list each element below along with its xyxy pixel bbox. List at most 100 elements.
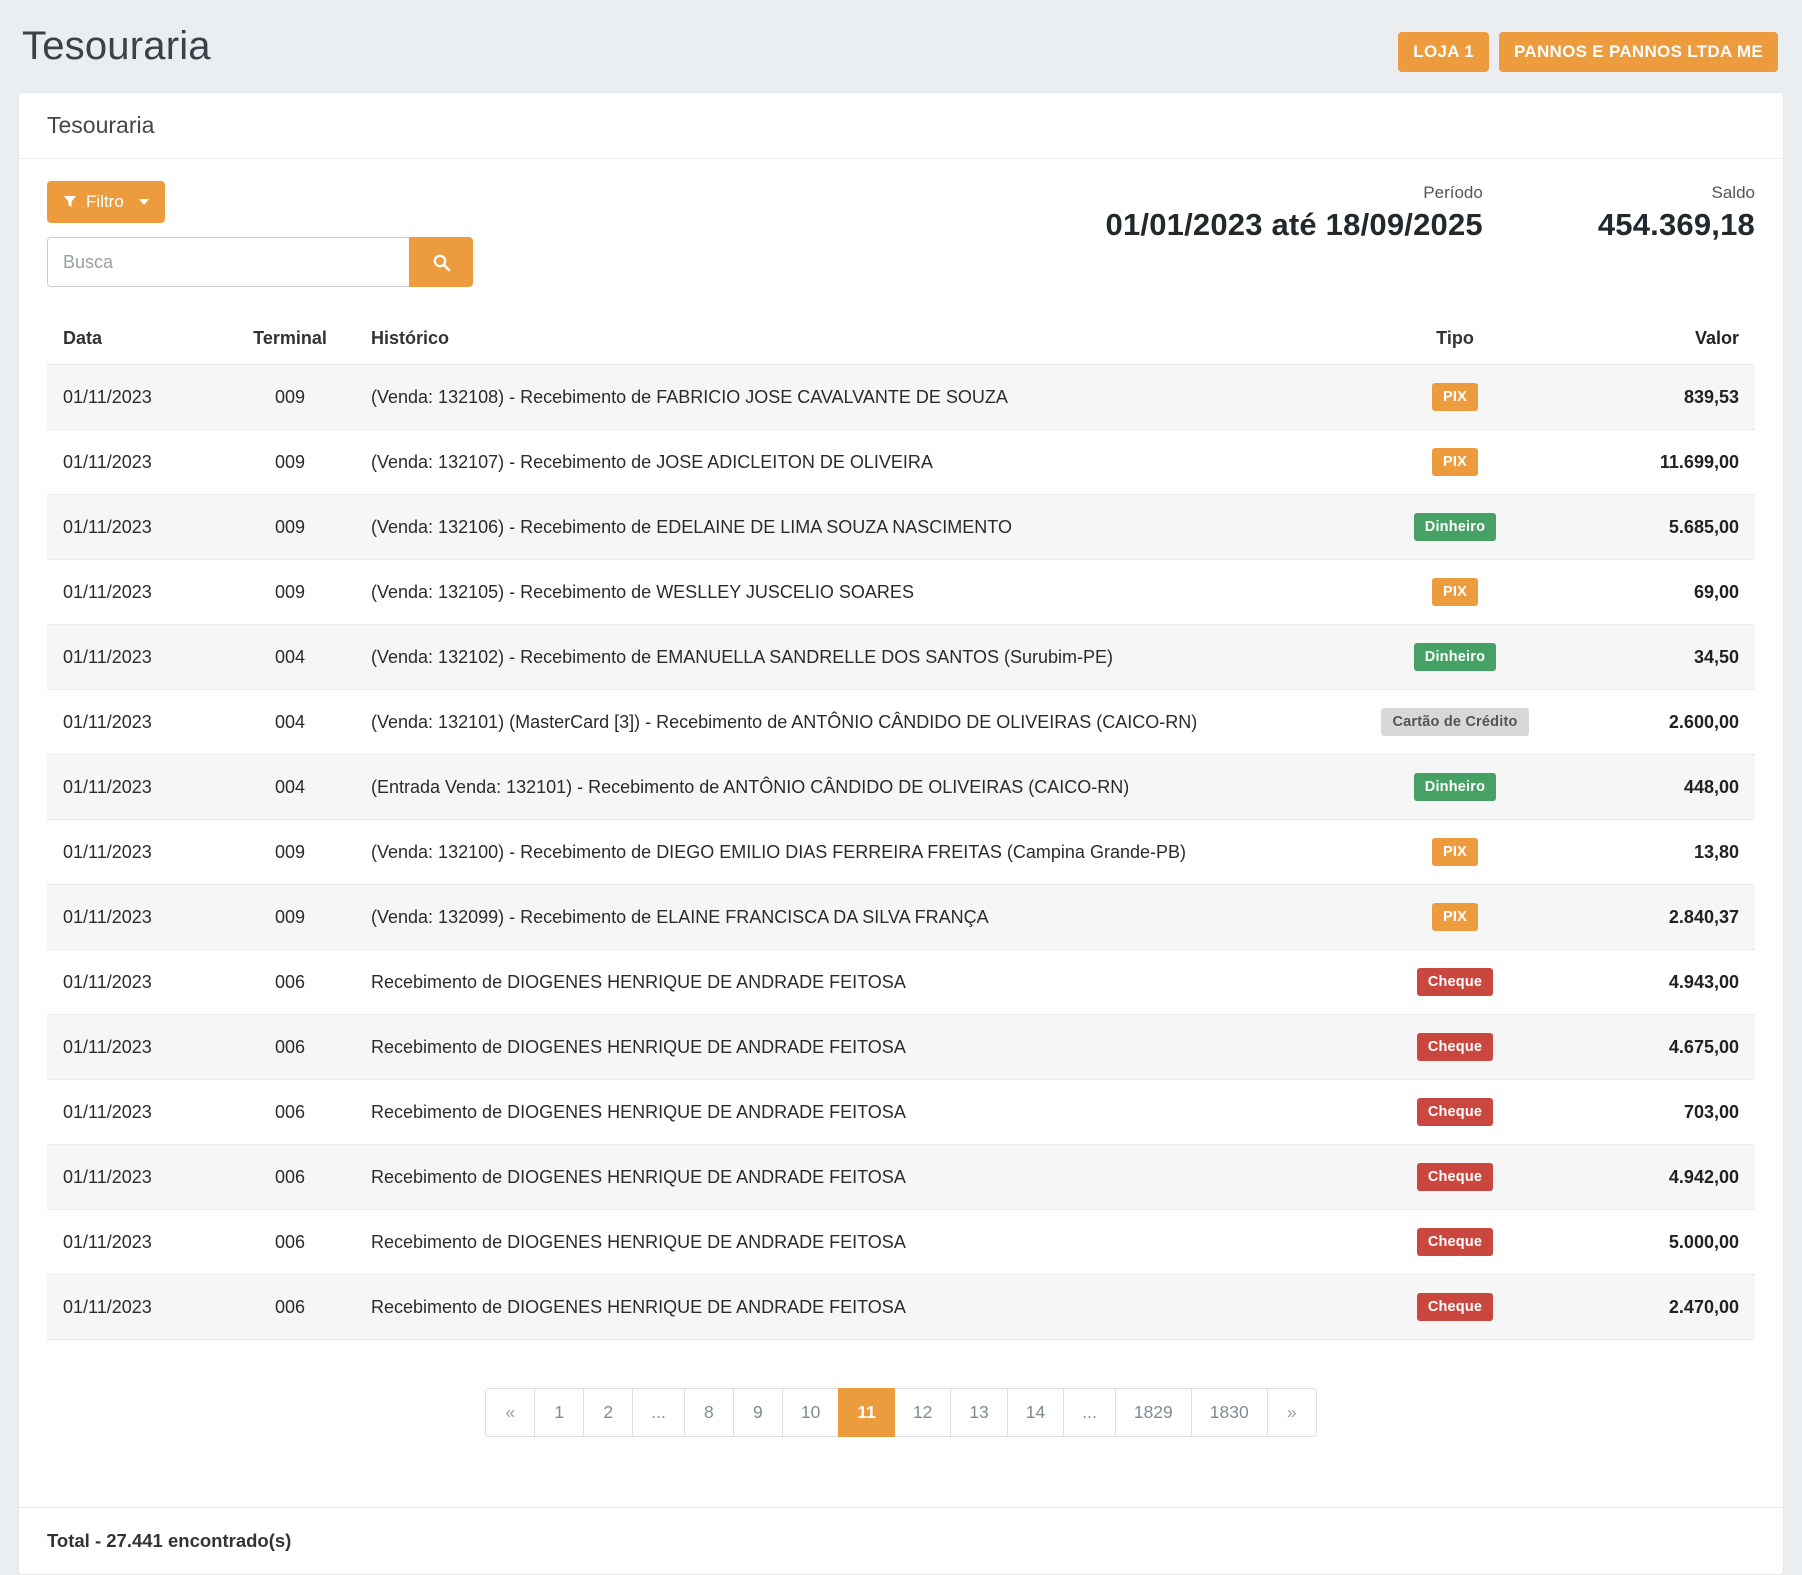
cell-valor: 11.699,00 [1585, 430, 1755, 495]
saldo-stat: Saldo 454.369,18 [1598, 183, 1755, 243]
cell-historico: (Venda: 132100) - Recebimento de DIEGO E… [355, 820, 1325, 885]
table-row: 01/11/2023004(Entrada Venda: 132101) - R… [47, 755, 1755, 820]
cell-valor: 839,53 [1585, 365, 1755, 430]
cell-historico: (Venda: 132107) - Recebimento de JOSE AD… [355, 430, 1325, 495]
cell-historico: (Entrada Venda: 132101) - Recebimento de… [355, 755, 1325, 820]
header-tipo: Tipo [1325, 315, 1585, 365]
table-row: 01/11/2023009(Venda: 132106) - Recebimen… [47, 495, 1755, 560]
cell-valor: 4.943,00 [1585, 950, 1755, 1015]
cell-valor: 2.600,00 [1585, 690, 1755, 755]
search-icon [432, 253, 451, 272]
cell-data: 01/11/2023 [47, 1210, 225, 1275]
cell-data: 01/11/2023 [47, 1275, 225, 1340]
period-stat: Período 01/01/2023 até 18/09/2025 [1106, 183, 1483, 243]
table-head: Data Terminal Histórico Tipo Valor [47, 315, 1755, 365]
tipo-badge: PIX [1432, 448, 1478, 476]
cell-data: 01/11/2023 [47, 365, 225, 430]
table-row: 01/11/2023006Recebimento de DIOGENES HEN… [47, 1210, 1755, 1275]
cell-terminal: 009 [225, 820, 355, 885]
cell-valor: 34,50 [1585, 625, 1755, 690]
table-body: 01/11/2023009(Venda: 132108) - Recebimen… [47, 365, 1755, 1340]
table-row: 01/11/2023009(Venda: 132105) - Recebimen… [47, 560, 1755, 625]
table-header-row: Data Terminal Histórico Tipo Valor [47, 315, 1755, 365]
page-button-1830[interactable]: 1830 [1191, 1388, 1268, 1437]
cell-tipo: PIX [1325, 820, 1585, 885]
tipo-badge: PIX [1432, 383, 1478, 411]
cell-valor: 5.000,00 [1585, 1210, 1755, 1275]
company-badge[interactable]: PANNOS E PANNOS LTDA ME [1499, 32, 1778, 72]
page-button-12[interactable]: 12 [894, 1388, 951, 1437]
cell-terminal: 009 [225, 495, 355, 560]
cell-historico: (Venda: 132099) - Recebimento de ELAINE … [355, 885, 1325, 950]
page-button-10[interactable]: 10 [782, 1388, 839, 1437]
page-button-1[interactable]: 1 [534, 1388, 584, 1437]
page-button-1829[interactable]: 1829 [1115, 1388, 1192, 1437]
tipo-badge: Dinheiro [1414, 513, 1496, 541]
cell-data: 01/11/2023 [47, 1080, 225, 1145]
cell-tipo: Dinheiro [1325, 495, 1585, 560]
table-row: 01/11/2023006Recebimento de DIOGENES HEN… [47, 1145, 1755, 1210]
tipo-badge: Cheque [1417, 1293, 1493, 1321]
cell-terminal: 009 [225, 560, 355, 625]
page-button-9[interactable]: 9 [733, 1388, 783, 1437]
search-button[interactable] [409, 237, 473, 287]
cell-data: 01/11/2023 [47, 1015, 225, 1080]
tipo-badge: Cheque [1417, 968, 1493, 996]
page-button-11[interactable]: 11 [838, 1388, 895, 1437]
cell-tipo: Cheque [1325, 1210, 1585, 1275]
saldo-value: 454.369,18 [1598, 207, 1755, 243]
cell-tipo: Dinheiro [1325, 625, 1585, 690]
card-title: Tesouraria [19, 93, 1783, 159]
filter-search-group: Filtro [47, 181, 473, 287]
period-value: 01/01/2023 até 18/09/2025 [1106, 207, 1483, 243]
table-row: 01/11/2023009(Venda: 132100) - Recebimen… [47, 820, 1755, 885]
cell-data: 01/11/2023 [47, 755, 225, 820]
transactions-table: Data Terminal Histórico Tipo Valor 01/11… [47, 315, 1755, 1340]
page-button-8[interactable]: 8 [684, 1388, 734, 1437]
tipo-badge: PIX [1432, 578, 1478, 606]
page-button-2[interactable]: 2 [583, 1388, 633, 1437]
header-historico: Histórico [355, 315, 1325, 365]
cell-data: 01/11/2023 [47, 690, 225, 755]
cell-tipo: Cheque [1325, 950, 1585, 1015]
search-input[interactable] [47, 237, 409, 287]
next-page-button[interactable]: » [1267, 1388, 1317, 1437]
cell-data: 01/11/2023 [47, 820, 225, 885]
cell-tipo: Cheque [1325, 1145, 1585, 1210]
cell-historico: (Venda: 132106) - Recebimento de EDELAIN… [355, 495, 1325, 560]
cell-terminal: 006 [225, 1210, 355, 1275]
cell-terminal: 006 [225, 1145, 355, 1210]
page-button-14[interactable]: 14 [1007, 1388, 1064, 1437]
header-valor: Valor [1585, 315, 1755, 365]
period-label: Período [1106, 183, 1483, 203]
cell-historico: (Venda: 132102) - Recebimento de EMANUEL… [355, 625, 1325, 690]
cell-valor: 4.675,00 [1585, 1015, 1755, 1080]
table-row: 01/11/2023006Recebimento de DIOGENES HEN… [47, 1015, 1755, 1080]
page-button-13[interactable]: 13 [950, 1388, 1007, 1437]
filter-button[interactable]: Filtro [47, 181, 165, 223]
cell-data: 01/11/2023 [47, 560, 225, 625]
table-row: 01/11/2023009(Venda: 132107) - Recebimen… [47, 430, 1755, 495]
cell-terminal: 009 [225, 885, 355, 950]
store-badge[interactable]: LOJA 1 [1398, 32, 1489, 72]
table-row: 01/11/2023006Recebimento de DIOGENES HEN… [47, 950, 1755, 1015]
cell-data: 01/11/2023 [47, 430, 225, 495]
cell-historico: Recebimento de DIOGENES HENRIQUE DE ANDR… [355, 1080, 1325, 1145]
cell-tipo: Cheque [1325, 1275, 1585, 1340]
tipo-badge: Dinheiro [1414, 773, 1496, 801]
cell-historico: Recebimento de DIOGENES HENRIQUE DE ANDR… [355, 1145, 1325, 1210]
cell-historico: (Venda: 132105) - Recebimento de WESLLEY… [355, 560, 1325, 625]
cell-tipo: Dinheiro [1325, 755, 1585, 820]
saldo-label: Saldo [1598, 183, 1755, 203]
table-row: 01/11/2023009(Venda: 132108) - Recebimen… [47, 365, 1755, 430]
prev-page-button[interactable]: « [485, 1388, 535, 1437]
cell-tipo: PIX [1325, 430, 1585, 495]
filter-button-label: Filtro [86, 192, 124, 212]
cell-terminal: 006 [225, 950, 355, 1015]
cell-terminal: 004 [225, 625, 355, 690]
cell-data: 01/11/2023 [47, 885, 225, 950]
cell-terminal: 009 [225, 430, 355, 495]
cell-valor: 69,00 [1585, 560, 1755, 625]
cell-tipo: PIX [1325, 365, 1585, 430]
cell-valor: 5.685,00 [1585, 495, 1755, 560]
